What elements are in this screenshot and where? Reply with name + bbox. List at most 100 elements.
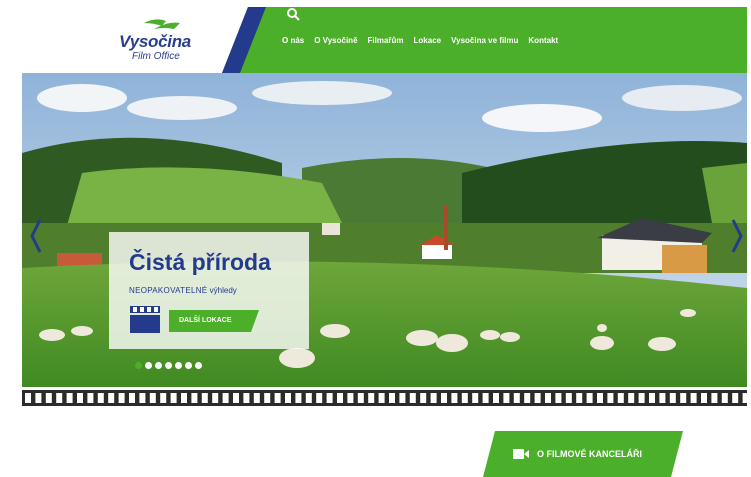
film-perforation [721, 393, 728, 403]
nav-item-region-in-film[interactable]: Vysočina ve filmu [451, 36, 518, 45]
film-perforation [732, 393, 739, 403]
slide-subtitle: NEOPAKOVATELNÉ výhledy [129, 286, 237, 295]
film-perforation [233, 393, 239, 403]
logo-subtitle: Film Office [132, 51, 180, 62]
film-perforation [368, 393, 375, 403]
film-perforation [409, 393, 416, 403]
film-perforation [77, 393, 83, 403]
film-perforation [149, 393, 156, 403]
logo-title: Vysočina [119, 32, 191, 51]
film-perforation [181, 393, 187, 403]
film-perforation [160, 393, 167, 403]
film-perforation [139, 393, 146, 403]
film-perforation [617, 393, 624, 403]
film-perforation [742, 393, 747, 403]
slide-subtitle-rest: výhledy [207, 286, 237, 295]
film-perforation [285, 393, 291, 403]
slide-subtitle-strong: NEOPAKOVATELNÉ [129, 286, 208, 295]
film-perforation [326, 393, 333, 403]
nav-item-about[interactable]: O nás [282, 36, 304, 45]
film-perforation [129, 393, 135, 403]
main-nav: O nás O Vysočině Filmařům Lokace Vysočin… [282, 7, 568, 73]
hero-slider: Čistá příroda NEOPAKOVATELNÉ výhledy DAL… [22, 73, 747, 387]
next-slide-arrow-icon[interactable] [729, 216, 745, 256]
film-perforation [701, 393, 707, 403]
film-perforation [451, 393, 458, 403]
film-perforation [545, 393, 551, 403]
film-perforation [669, 393, 676, 403]
film-perforation [482, 393, 489, 403]
film-perforation [607, 393, 614, 403]
slide-dot[interactable] [135, 362, 142, 369]
slide-dot[interactable] [195, 362, 202, 369]
film-perforation [201, 393, 208, 403]
film-perforation [305, 393, 312, 403]
film-perforation [264, 393, 271, 403]
site-header: Vysočina Film Office O nás O Vysočině Fi… [22, 7, 747, 73]
film-perforation [347, 393, 354, 403]
film-perforation [337, 393, 343, 403]
film-perforation [503, 393, 510, 403]
slide-dots [135, 362, 202, 369]
more-locations-button[interactable]: DALŠÍ LOKACE [169, 310, 259, 332]
slide-caption: Čistá příroda NEOPAKOVATELNÉ výhledy DAL… [109, 232, 309, 349]
film-perforation [56, 393, 63, 403]
slide-dot[interactable] [185, 362, 192, 369]
film-perforation [108, 393, 115, 403]
film-perforation [649, 393, 655, 403]
film-perforation [420, 393, 427, 403]
film-perforation [472, 393, 479, 403]
slide-dot[interactable] [145, 362, 152, 369]
film-perforation [389, 393, 395, 403]
film-strip-graphic [22, 390, 747, 406]
film-perforation [399, 393, 406, 403]
film-perforation [461, 393, 468, 403]
film-perforation [711, 393, 718, 403]
prev-slide-arrow-icon[interactable] [28, 216, 44, 256]
film-perforation [45, 393, 52, 403]
film-perforation [659, 393, 666, 403]
clapperboard-icon [130, 306, 160, 333]
nav-item-about-region[interactable]: O Vysočině [314, 36, 357, 45]
film-perforation [565, 393, 572, 403]
nav-bar: O nás O Vysočině Filmařům Lokace Vysočin… [222, 7, 747, 73]
film-perforation [97, 393, 104, 403]
slide-dot[interactable] [175, 362, 182, 369]
film-perforation [628, 393, 635, 403]
film-perforation [493, 393, 499, 403]
film-perforation [680, 393, 687, 403]
film-perforation [441, 393, 447, 403]
more-locations-label: DALŠÍ LOKACE [179, 317, 232, 324]
film-perforation [243, 393, 250, 403]
film-perforation [25, 393, 31, 403]
video-camera-icon [513, 449, 529, 459]
slide-dot[interactable] [155, 362, 162, 369]
film-strip-divider [22, 387, 747, 409]
film-perforation [66, 393, 73, 403]
film-perforation [597, 393, 603, 403]
slide-dot[interactable] [165, 362, 172, 369]
nav-item-contact[interactable]: Kontakt [528, 36, 558, 45]
film-perforation [576, 393, 583, 403]
nav-item-filmmakers[interactable]: Filmařům [368, 36, 404, 45]
film-perforation [170, 393, 177, 403]
search-icon[interactable] [286, 7, 300, 21]
film-perforation [524, 393, 531, 403]
film-perforation [191, 393, 198, 403]
slide-title: Čistá příroda [129, 249, 271, 275]
film-perforation [295, 393, 302, 403]
film-perforation [212, 393, 219, 403]
film-perforation [555, 393, 562, 403]
film-perforation [357, 393, 364, 403]
film-perforation [378, 393, 385, 403]
film-perforation [513, 393, 520, 403]
film-perforation [35, 393, 42, 403]
film-perforation [87, 393, 94, 403]
film-perforation [586, 393, 593, 403]
nav-item-locations[interactable]: Lokace [414, 36, 442, 45]
film-perforation [638, 393, 645, 403]
film-perforation [253, 393, 260, 403]
about-film-office-button[interactable]: O FILMOVÉ KANCELÁŘI [483, 431, 683, 477]
film-perforation [430, 393, 437, 403]
film-perforation [118, 393, 125, 403]
